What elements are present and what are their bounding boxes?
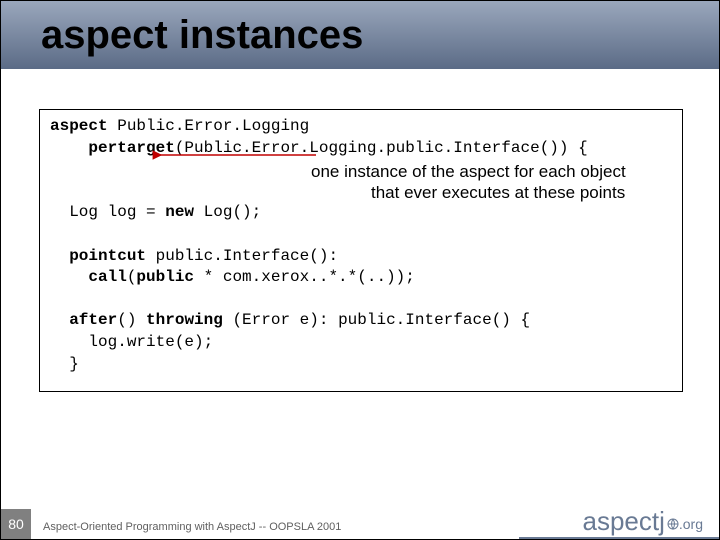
- kw-new: new: [165, 203, 194, 221]
- kw-public: public: [136, 268, 194, 286]
- code-content: aspect Public.Error.Logging pertarget(Pu…: [50, 116, 672, 375]
- title-band: aspect instances: [1, 1, 719, 69]
- kw-after: after: [69, 311, 117, 329]
- slide-title: aspect instances: [41, 13, 363, 58]
- kw-throwing: throwing: [146, 311, 223, 329]
- globe-icon: [667, 518, 679, 530]
- annotation-arrow-icon: [151, 145, 321, 165]
- kw-pointcut: pointcut: [69, 247, 146, 265]
- accent-line: [519, 537, 719, 539]
- kw-call: call: [88, 268, 126, 286]
- annotation-text: one instance of the aspect for each obje…: [311, 161, 676, 204]
- footer-text: Aspect-Oriented Programming with AspectJ…: [43, 521, 341, 533]
- code-box: aspect Public.Error.Logging pertarget(Pu…: [39, 109, 683, 392]
- page-number-badge: 80: [1, 509, 31, 539]
- slide: aspect instances aspect Public.Error.Log…: [0, 0, 720, 540]
- logo: aspectj .org: [582, 506, 703, 537]
- kw-aspect: aspect: [50, 117, 108, 135]
